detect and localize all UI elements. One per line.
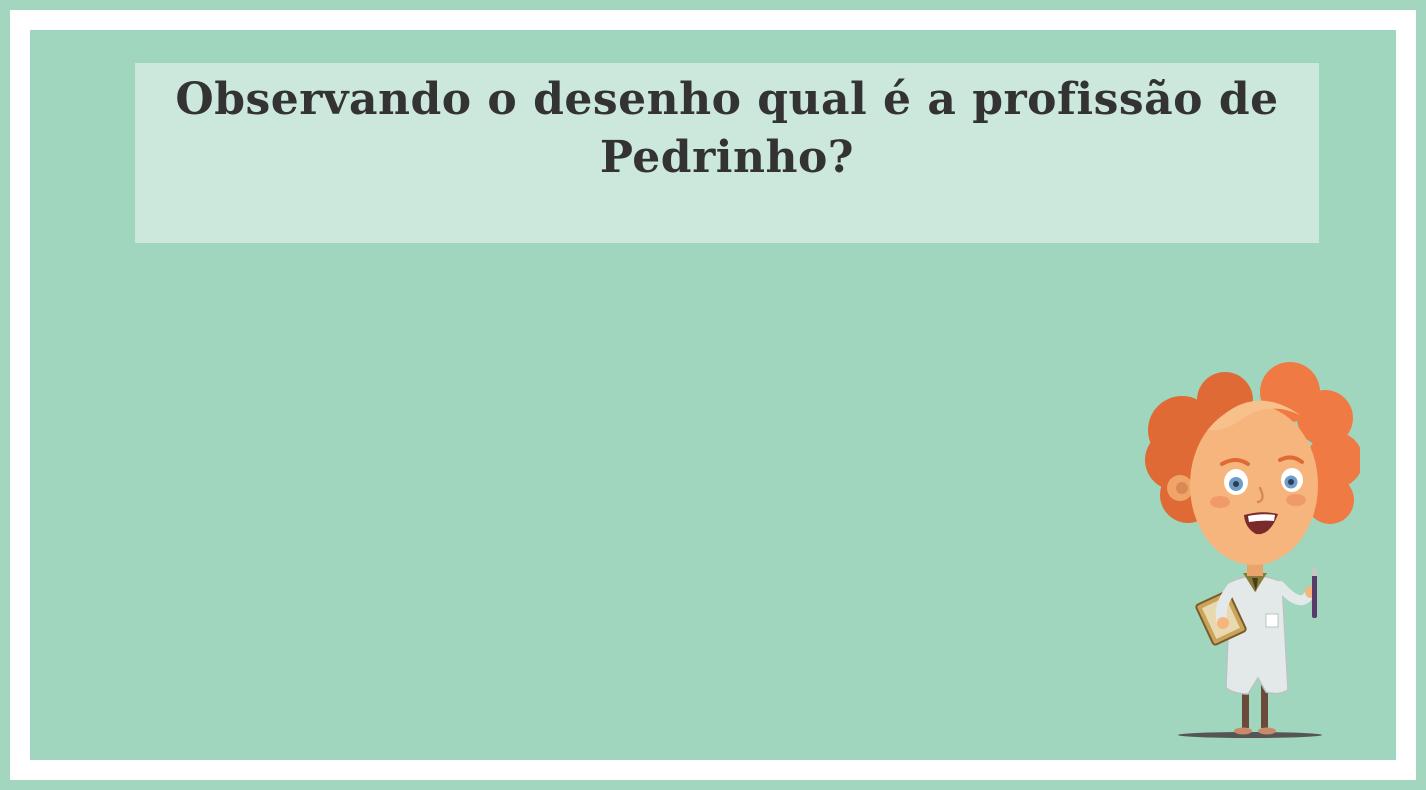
scientist-character-icon	[1130, 360, 1363, 745]
question-text: Observando o desenho qual é a profissão …	[175, 74, 1279, 183]
question-box: Observando o desenho qual é a profissão …	[135, 63, 1319, 243]
